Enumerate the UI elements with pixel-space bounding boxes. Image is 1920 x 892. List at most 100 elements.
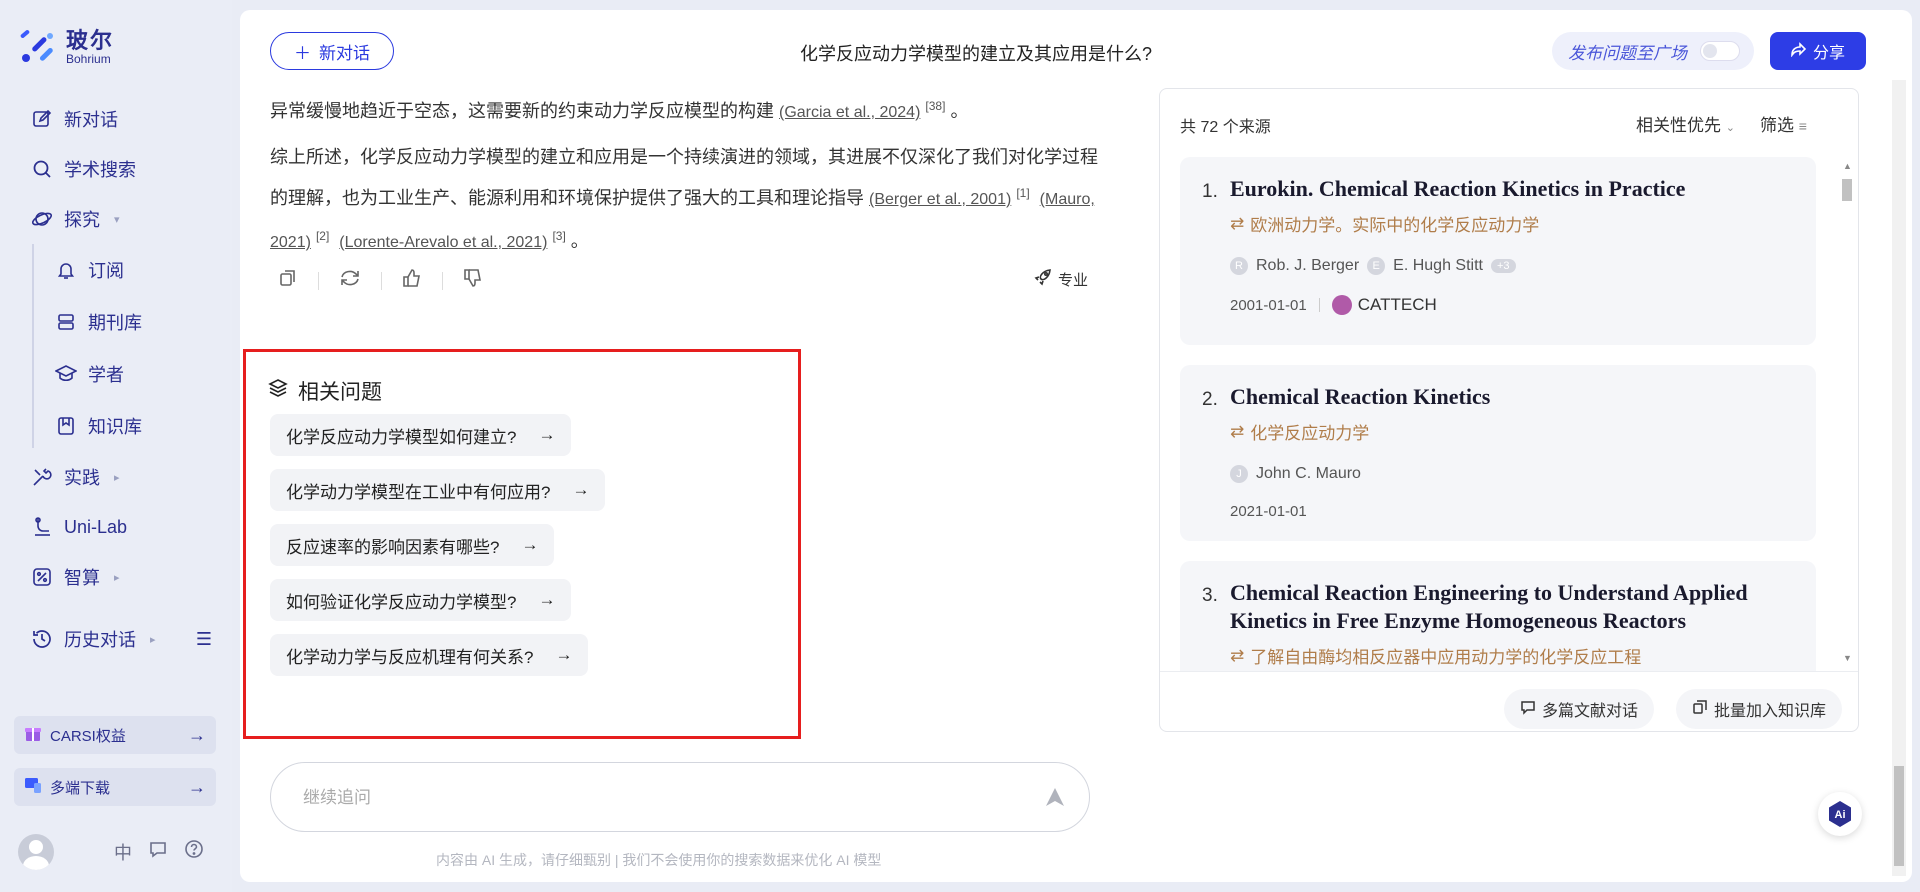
copy-icon[interactable]	[278, 268, 298, 293]
scroll-thumb[interactable]	[1842, 179, 1852, 201]
translate-icon: ⇄	[1230, 645, 1245, 665]
sidebar-item-label: 学者	[88, 365, 124, 385]
topbar: ＋ 新对话 化学反应动力学模型的建立及其应用是什么? 发布问题至广场 分享	[240, 10, 1912, 90]
sidebar-item-practice[interactable]: 实践 ▸	[0, 452, 232, 502]
multi-doc-chat-button[interactable]: 多篇文献对话	[1504, 689, 1655, 729]
feedback-icon[interactable]	[148, 839, 168, 865]
sidebar-item-academic-search[interactable]: 学术搜索	[0, 144, 232, 194]
translate-icon: ⇄	[1230, 213, 1245, 233]
author-name[interactable]: John C. Mauro	[1256, 465, 1361, 483]
sort-dropdown[interactable]: 相关性优先 ⌄	[1636, 111, 1735, 136]
citation-number[interactable]: [2]	[316, 229, 329, 243]
rocket-icon	[1034, 268, 1052, 290]
menu-icon[interactable]: ☰	[196, 629, 212, 650]
scroll-thumb[interactable]	[1894, 766, 1904, 866]
brand-logo[interactable]: 玻尔 Bohrium	[18, 28, 114, 68]
citation-number[interactable]: [38]	[925, 99, 945, 113]
sidebar-item-explore[interactable]: 探究 ▾	[0, 194, 232, 244]
sidebar-item-compute[interactable]: 智算 ▸	[0, 552, 232, 602]
source-title[interactable]: Chemical Reaction Engineering to Underst…	[1230, 579, 1800, 635]
chevron-down-icon: ⌄	[1725, 122, 1735, 134]
author-name[interactable]: E. Hugh Stitt	[1393, 257, 1483, 275]
copy-icon	[1692, 699, 1708, 720]
new-chat-button[interactable]: ＋ 新对话	[270, 32, 394, 70]
more-authors-badge[interactable]: +3	[1490, 259, 1516, 273]
regenerate-icon[interactable]	[339, 268, 361, 293]
related-question[interactable]: 反应速率的影响因素有哪些? →	[270, 524, 555, 566]
scroll-down-icon[interactable]: ▼	[1843, 653, 1852, 663]
author-initial: R	[1230, 257, 1248, 275]
answer-content: 异常缓慢地趋近于空态，这需要新的约束动力学反应模型的构建 (Garcia et …	[270, 88, 1100, 269]
arrow-right-icon: →	[188, 724, 206, 745]
source-list-clip: 3. Chemical Reaction Engineering to Unde…	[1160, 561, 1836, 671]
send-icon[interactable]	[1043, 785, 1067, 809]
download-promo-button[interactable]: 多端下载 →	[14, 768, 216, 806]
related-question[interactable]: 化学动力学与反应机理有何关系? →	[270, 634, 589, 676]
pro-mode-button[interactable]: 专业	[1034, 268, 1088, 290]
language-switch[interactable]: 中	[114, 839, 132, 865]
answer-paragraph: 异常缓慢地趋近于空态，这需要新的约束动力学反应模型的构建 (Garcia et …	[270, 99, 969, 121]
citation-link[interactable]: (Berger et al., 2001)	[869, 191, 1011, 208]
sidebar-item-label: 探究	[64, 210, 100, 230]
thumbs-down-icon[interactable]	[463, 268, 483, 293]
divider	[1318, 298, 1320, 312]
related-question[interactable]: 化学反应动力学模型如何建立? →	[270, 414, 572, 456]
related-question[interactable]: 化学动力学模型在工业中有何应用? →	[270, 469, 606, 511]
sidebar-item-history[interactable]: 历史对话 ▸ ☰	[0, 614, 232, 664]
sidebar-footer: 中	[18, 834, 218, 870]
page-title: 化学反应动力学模型的建立及其应用是什么?	[800, 44, 1153, 64]
sidebar-item-label: 知识库	[88, 417, 142, 437]
promo-label: 多端下载	[50, 779, 111, 797]
thumbs-up-icon[interactable]	[402, 268, 422, 293]
sidebar-item-uni-lab[interactable]: Uni-Lab	[0, 502, 232, 552]
help-icon[interactable]	[184, 839, 204, 865]
sidebar-item-journals[interactable]: 期刊库	[0, 296, 232, 348]
avatar[interactable]	[18, 834, 54, 870]
source-card[interactable]: 3. Chemical Reaction Engineering to Unde…	[1180, 561, 1816, 671]
sources-scrollbar[interactable]: ▲ ▼	[1840, 161, 1854, 663]
scroll-up-icon[interactable]: ▲	[1843, 161, 1852, 171]
new-chat-label: 新对话	[319, 43, 370, 63]
batch-add-knowledge-button[interactable]: 批量加入知识库	[1676, 689, 1843, 729]
sidebar-item-new-chat[interactable]: 新对话	[0, 94, 232, 144]
author-name[interactable]: Rob. J. Berger	[1256, 257, 1359, 275]
page-scrollbar[interactable]	[1892, 80, 1906, 876]
divider	[1160, 671, 1858, 672]
citation-link[interactable]: (Lorente-Arevalo et al., 2021)	[339, 234, 547, 251]
publish-toggle[interactable]	[1700, 41, 1740, 61]
follow-up-input[interactable]	[303, 785, 1003, 811]
publish-to-square[interactable]: 发布问题至广场	[1552, 32, 1754, 70]
arrow-right-icon: →	[538, 425, 556, 444]
sidebar-nav: 新对话 学术搜索 探究 ▾ 订阅 期刊库 学者 知识库 实践 ▸ Uni-Lab…	[0, 94, 232, 664]
carsi-promo-button[interactable]: CARSI权益 →	[14, 716, 216, 754]
promo-label: CARSI权益	[50, 727, 126, 745]
source-title[interactable]: Chemical Reaction Kinetics	[1230, 383, 1800, 411]
sidebar-item-knowledge-base[interactable]: 知识库	[0, 400, 232, 452]
source-number: 3.	[1202, 585, 1218, 606]
ai-assistant-button[interactable]: Ai	[1818, 792, 1862, 836]
sidebar-item-subscribe[interactable]: 订阅	[0, 244, 232, 296]
scholar-icon	[54, 362, 78, 386]
citation-number[interactable]: [1]	[1016, 186, 1029, 200]
arrow-right-icon: →	[538, 590, 556, 609]
filter-button[interactable]: 筛选 ≡	[1760, 111, 1807, 136]
arrow-right-icon: →	[521, 535, 539, 554]
sidebar: 玻尔 Bohrium 新对话 学术搜索 探究 ▾ 订阅 期刊库 学者 知识库 实…	[0, 0, 232, 892]
tools-icon	[30, 465, 54, 489]
source-title[interactable]: Eurokin. Chemical Reaction Kinetics in P…	[1230, 175, 1800, 203]
share-icon	[1791, 41, 1807, 62]
source-card[interactable]: 1. Eurokin. Chemical Reaction Kinetics i…	[1180, 157, 1816, 345]
citation-number[interactable]: [3]	[552, 229, 565, 243]
source-publisher[interactable]: CATTECH	[1331, 295, 1437, 315]
related-question[interactable]: 如何验证化学反应动力学模型? →	[270, 579, 572, 621]
citation-link[interactable]: (Garcia et al., 2024)	[779, 104, 920, 121]
source-authors: R Rob. J. Berger E E. Hugh Stitt +3	[1230, 257, 1516, 275]
sidebar-item-label: 新对话	[64, 110, 118, 130]
search-icon	[30, 157, 54, 181]
source-card[interactable]: 2. Chemical Reaction Kinetics ⇄ 化学反应动力学 …	[1180, 365, 1816, 541]
share-button[interactable]: 分享	[1770, 32, 1866, 70]
sidebar-item-label: 历史对话	[64, 630, 136, 650]
chat-icon	[1520, 699, 1536, 720]
sidebar-item-scholars[interactable]: 学者	[0, 348, 232, 400]
sources-count: 共 72 个来源	[1180, 119, 1271, 136]
